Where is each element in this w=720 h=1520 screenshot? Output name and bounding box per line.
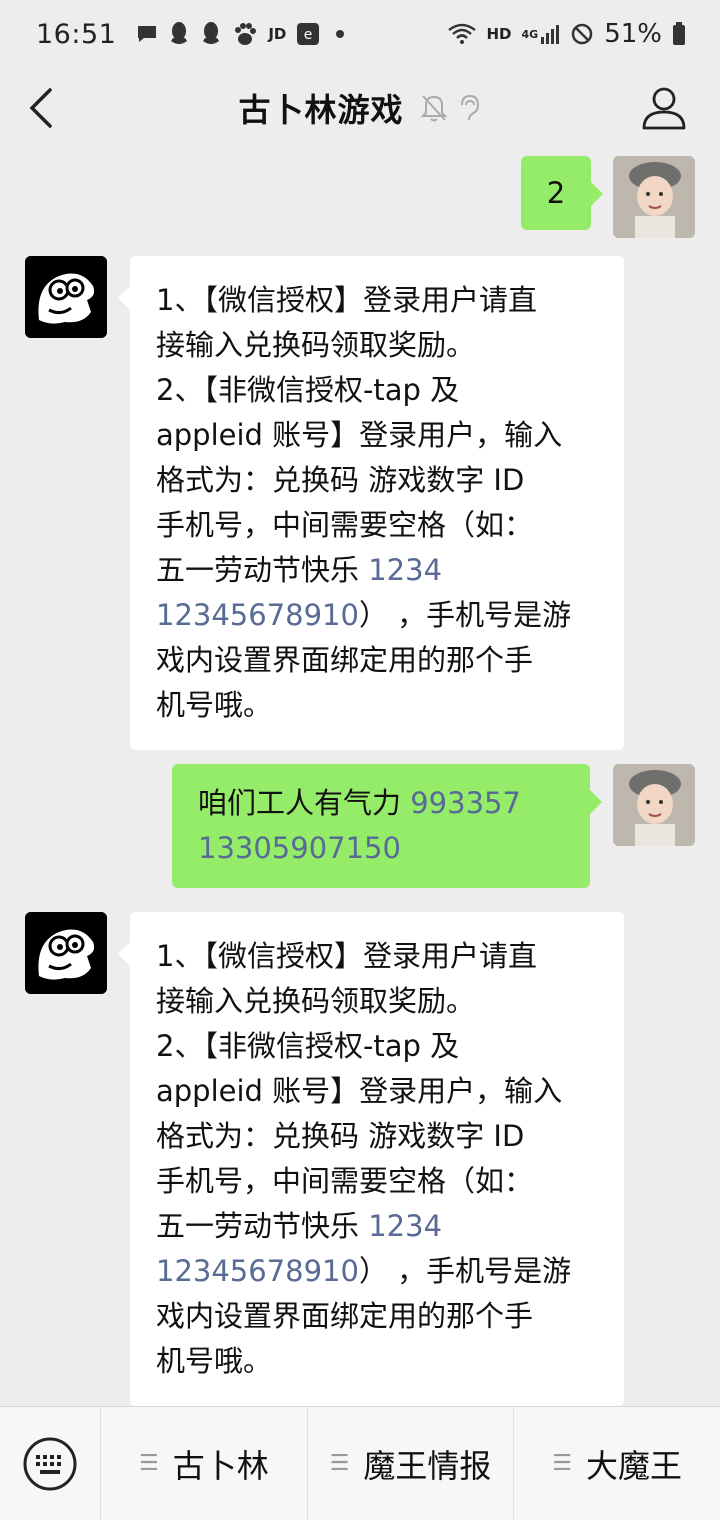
battery-icon (672, 22, 686, 46)
nav-bar: 古卜林游戏 (0, 68, 720, 148)
signal-icon: 4G (522, 23, 561, 45)
menu-item-demon-intel[interactable]: ☰ 魔王情报 (306, 1406, 514, 1520)
text-line: appleid 账号】登录用户，输入 (156, 418, 563, 452)
text-line: 手机号，中间需要空格（如： (156, 508, 534, 542)
menu-item-label: 大魔王 (586, 1446, 683, 1485)
mute-bell-icon (420, 93, 448, 123)
menu-lines-icon: ☰ (138, 1451, 159, 1476)
phone-link[interactable]: 13305907150 (198, 831, 401, 865)
text-line: 接输入兑换码领取奖励。 (156, 328, 476, 362)
text-line: 戏内设置界面绑定用的那个手 (156, 1299, 534, 1333)
text-line: 1、【微信授权】登录用户请直 (156, 939, 537, 973)
message-text: 2 (546, 175, 566, 210)
text-line: 格式为：兑换码 游戏数字 ID (156, 463, 525, 497)
bot-avatar[interactable] (25, 256, 107, 338)
menu-lines-icon: ☰ (329, 1451, 350, 1476)
message-bubble-self[interactable]: 2 (521, 156, 603, 230)
bot-avatar[interactable] (25, 912, 107, 994)
text-line: 机号哦。 (156, 688, 273, 722)
user-avatar[interactable] (613, 156, 695, 238)
text-line: 手机号，中间需要空格（如： (156, 1164, 534, 1198)
bottom-menu-bar: ☰ 古卜林 ☰ 魔王情报 ☰ 大魔王 (0, 1406, 720, 1520)
status-bar: 16:51 JD e HD 4G 51% (0, 0, 720, 68)
profile-icon[interactable] (640, 84, 688, 132)
text-line: ） ，手机号是游 (358, 598, 572, 632)
menu-item-label: 魔王情报 (363, 1446, 492, 1485)
text-line: 1、【微信授权】登录用户请直 (156, 283, 537, 317)
message-icon (136, 23, 158, 45)
do-not-disturb-icon (570, 22, 594, 46)
battery-percent: 51% (604, 19, 662, 49)
text-line: 五一劳动节快乐 (156, 1209, 369, 1243)
text-line: 接输入兑换码领取奖励。 (156, 984, 476, 1018)
status-time: 16:51 (36, 18, 117, 50)
message-text: 咱们工人有气力 (198, 786, 411, 820)
number-link[interactable]: 1234 (368, 553, 442, 587)
qq-icon-2 (200, 21, 222, 47)
jd-icon: JD (268, 25, 287, 43)
qq-icon (168, 21, 190, 47)
text-line: 戏内设置界面绑定用的那个手 (156, 643, 534, 677)
text-line: 2、【非微信授权-tap 及 (156, 1029, 460, 1063)
hd-indicator: HD (486, 25, 512, 43)
notification-dot (336, 30, 345, 38)
text-line: 机号哦。 (156, 1344, 273, 1378)
number-link[interactable]: 1234 (368, 1209, 442, 1243)
back-arrow-icon[interactable] (24, 86, 64, 130)
network-4g: 4G (521, 27, 539, 41)
number-link[interactable]: 993357 (410, 786, 521, 820)
user-avatar[interactable] (613, 764, 695, 846)
phone-link[interactable]: 12345678910 (156, 1254, 359, 1288)
message-bubble-bot[interactable]: 1、【微信授权】登录用户请直 接输入兑换码领取奖励。 2、【非微信授权-tap … (118, 912, 624, 1406)
message-bubble-bot[interactable]: 1、【微信授权】登录用户请直 接输入兑换码领取奖励。 2、【非微信授权-tap … (118, 256, 624, 750)
menu-lines-icon: ☰ (552, 1451, 573, 1476)
text-line: 2、【非微信授权-tap 及 (156, 373, 460, 407)
text-line: appleid 账号】登录用户，输入 (156, 1074, 563, 1108)
keyboard-toggle-button[interactable] (0, 1407, 100, 1520)
text-line: ） ，手机号是游 (358, 1254, 572, 1288)
text-line: 五一劳动节快乐 (156, 553, 369, 587)
menu-item-gubulin[interactable]: ☰ 古卜林 (100, 1406, 307, 1520)
menu-item-big-demon[interactable]: ☰ 大魔王 (513, 1406, 720, 1520)
chat-title: 古卜林游戏 (238, 91, 404, 129)
menu-item-label: 古卜林 (172, 1446, 269, 1485)
phone-link[interactable]: 12345678910 (156, 598, 359, 632)
keyboard-icon (23, 1437, 77, 1490)
paw-icon (232, 22, 258, 46)
message-bubble-self[interactable]: 咱们工人有气力 993357 13305907150 (172, 764, 602, 888)
message-list[interactable]: 2 1、【微信授权】登录用户请直 接输入兑换码领取奖励。 2、【非微信授权-ta… (0, 148, 720, 1406)
text-line: 格式为：兑换码 游戏数字 ID (156, 1119, 525, 1153)
wifi-icon (447, 22, 477, 46)
svg-text:e: e (304, 27, 313, 43)
app-e-icon: e (296, 22, 320, 46)
earpiece-icon (456, 93, 482, 123)
